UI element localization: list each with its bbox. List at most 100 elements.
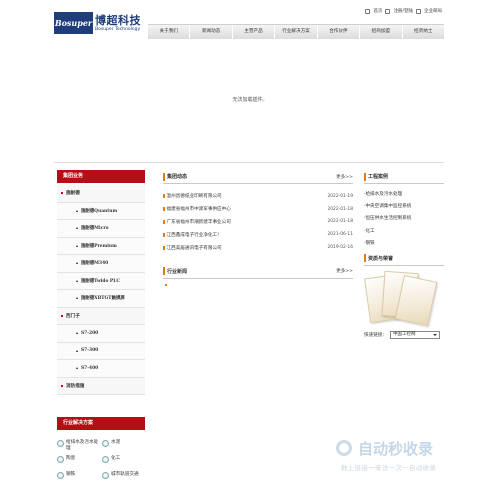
solution-icon <box>102 472 109 479</box>
nav-solutions[interactable]: 行业解决方案 <box>275 25 318 39</box>
triangle-icon <box>76 297 78 300</box>
solution-label: 水泥 <box>111 440 121 445</box>
bullet-icon <box>163 207 165 212</box>
top-link-home[interactable]: 首页 <box>373 8 382 14</box>
solution-label: 城市轨道交通 <box>111 472 139 477</box>
triangle-icon <box>76 244 78 247</box>
news-item-date: 2021-06-11 <box>327 232 353 238</box>
section-marker-icon <box>163 267 165 276</box>
solutions-grid: 给排水及污水处理 水泥陶瓷 化工钢铁 城市轨道交通 <box>57 432 145 484</box>
quick-link-select[interactable]: 中国工控网 <box>389 330 440 339</box>
solution-icon <box>102 456 109 463</box>
nav-careers[interactable]: 招贤纳士 <box>402 25 444 39</box>
news-item-title: 江西美居通讯电子有限公司 <box>166 245 222 251</box>
solutions-panel: 行业解决方案 给排水及污水处理 水泥陶瓷 化工钢铁 城市轨道交通 <box>57 417 145 484</box>
home-icon <box>365 8 371 14</box>
news-item[interactable]: 广东省福州市潮新建丰事业公司 2022-01-18 <box>163 216 353 229</box>
top-links: 首页 注册/登陆 企业邮局 <box>365 6 442 16</box>
news-more-link[interactable]: 更多>> <box>336 174 353 180</box>
menu-item[interactable]: 消防措施 <box>57 377 145 395</box>
nav-about[interactable]: 关于我们 <box>148 25 191 39</box>
menu-item[interactable]: S7-300 <box>57 342 145 360</box>
solution-icon <box>57 472 64 479</box>
menu-item[interactable]: 施耐德Micro <box>57 220 145 238</box>
section-marker-icon <box>364 172 366 181</box>
news-item-date: 2022-01-18 <box>327 219 353 225</box>
triangle-icon <box>76 367 78 370</box>
case-item[interactable]: ·钢铁 <box>364 237 444 249</box>
bullet-icon <box>61 384 63 387</box>
solution-item[interactable]: 陶瓷 <box>57 456 100 468</box>
menu-item[interactable]: 施耐德Twido PLC <box>57 272 145 290</box>
site-header: Bosuper 博超科技 Bosuper Technology 首页 注册/登陆… <box>54 6 444 40</box>
menu-item[interactable]: 施耐德 <box>57 185 145 203</box>
triangle-icon <box>76 262 78 265</box>
menu-item-label: S7-300 <box>81 348 99 354</box>
menu-item[interactable]: 施耐德Quantum <box>57 202 145 220</box>
bullet-icon <box>165 283 167 286</box>
solution-item[interactable]: 化工 <box>102 456 145 468</box>
case-item[interactable]: ·中央空调集中监控系统 <box>364 200 444 212</box>
top-link-mail[interactable]: 企业邮局 <box>424 8 442 14</box>
cases-title: 工程案例 <box>368 174 389 180</box>
section-marker-icon <box>163 172 165 181</box>
watermark-logo-icon <box>336 440 352 456</box>
menu-item[interactable]: 西门子 <box>57 307 145 325</box>
user-icon <box>385 8 391 14</box>
triangle-icon <box>76 279 78 282</box>
solution-item[interactable]: 城市轨道交通 <box>102 472 145 484</box>
top-link-login[interactable]: 注册/登陆 <box>393 8 413 14</box>
solution-item[interactable]: 水泥 <box>102 440 145 452</box>
industry-more-link[interactable]: 更多>> <box>336 268 353 274</box>
brand-logo[interactable]: Bosuper 博超科技 Bosuper Technology <box>54 8 144 38</box>
solution-item[interactable]: 钢铁 <box>57 472 100 484</box>
solution-item[interactable]: 给排水及污水处理 <box>57 440 100 452</box>
solution-icon <box>102 440 109 447</box>
solution-icon <box>57 456 64 463</box>
menu-item-label: 施耐德XBTGT触摸屏 <box>81 296 125 302</box>
news-item[interactable]: 江西美居通讯电子有限公司 2019-02-16 <box>163 241 353 254</box>
certificates-image[interactable] <box>364 270 438 327</box>
news-item-title: 广东省福州市潮新建丰事业公司 <box>166 219 231 225</box>
menu-item[interactable]: 施耐德XBTGT触摸屏 <box>57 290 145 308</box>
nav-franchise[interactable]: 招商加盟 <box>360 25 403 39</box>
news-item[interactable]: 温州昌德纸业印刷有限公司 2022-01-19 <box>163 190 353 203</box>
honors-panel: 资质与荣誉 <box>364 252 444 327</box>
menu-item[interactable]: 施耐德Premium <box>57 237 145 255</box>
watermark-name: 自动秒收录 <box>358 440 434 458</box>
menu-item-label: 消防措施 <box>66 383 85 389</box>
watermark-subtitle: 数上链接一来访一次一自动收录 <box>341 464 437 472</box>
news-item[interactable]: 福建省福州市中渡军事供应中心 2022-01-18 <box>163 203 353 216</box>
nav-partners[interactable]: 合作伙伴 <box>317 25 361 39</box>
news-item-title: 温州昌德纸业印刷有限公司 <box>166 194 222 200</box>
bullet-icon <box>163 194 165 199</box>
news-item-date: 2019-02-16 <box>327 245 353 251</box>
menu-item-label: S7-200 <box>81 330 99 336</box>
news-item[interactable]: 江西鑫成电子行业净化工！ 2021-06-11 <box>163 228 353 241</box>
nav-news[interactable]: 新闻动态 <box>190 25 233 39</box>
triangle-icon <box>76 227 78 230</box>
case-item[interactable]: ·恒压供水生活控制系统 <box>364 212 444 224</box>
solutions-title: 行业解决方案 <box>57 417 145 430</box>
menu-item[interactable]: 施耐德M340 <box>57 255 145 273</box>
solution-label: 钢铁 <box>66 472 76 477</box>
case-item[interactable]: ·给排水及污水处理 <box>364 188 444 200</box>
news-header: 集团动态 更多>> <box>163 170 353 184</box>
news-item-date: 2022-01-18 <box>327 206 353 212</box>
menu-item[interactable]: S7-400 <box>57 360 145 378</box>
bullet-icon <box>61 314 63 317</box>
triangle-icon <box>76 209 78 212</box>
logo-mark: Bosuper <box>54 12 93 34</box>
group-business-title: 集团业务 <box>57 170 145 183</box>
bullet-icon <box>163 245 165 250</box>
case-item[interactable]: ·化工 <box>364 225 444 237</box>
main-nav: 关于我们 新闻动态 主营产品 行业解决方案 合作伙伴 招商加盟 招贤纳士 <box>148 24 444 39</box>
solution-label: 化工 <box>111 456 121 461</box>
menu-item-label: 施耐德Quantum <box>81 208 118 214</box>
section-marker-icon <box>364 254 366 263</box>
nav-products[interactable]: 主营产品 <box>232 25 276 39</box>
solution-label: 陶瓷 <box>66 456 76 461</box>
menu-item-label: 施耐德M340 <box>81 261 109 267</box>
triangle-icon <box>76 332 78 335</box>
menu-item[interactable]: S7-200 <box>57 325 145 343</box>
